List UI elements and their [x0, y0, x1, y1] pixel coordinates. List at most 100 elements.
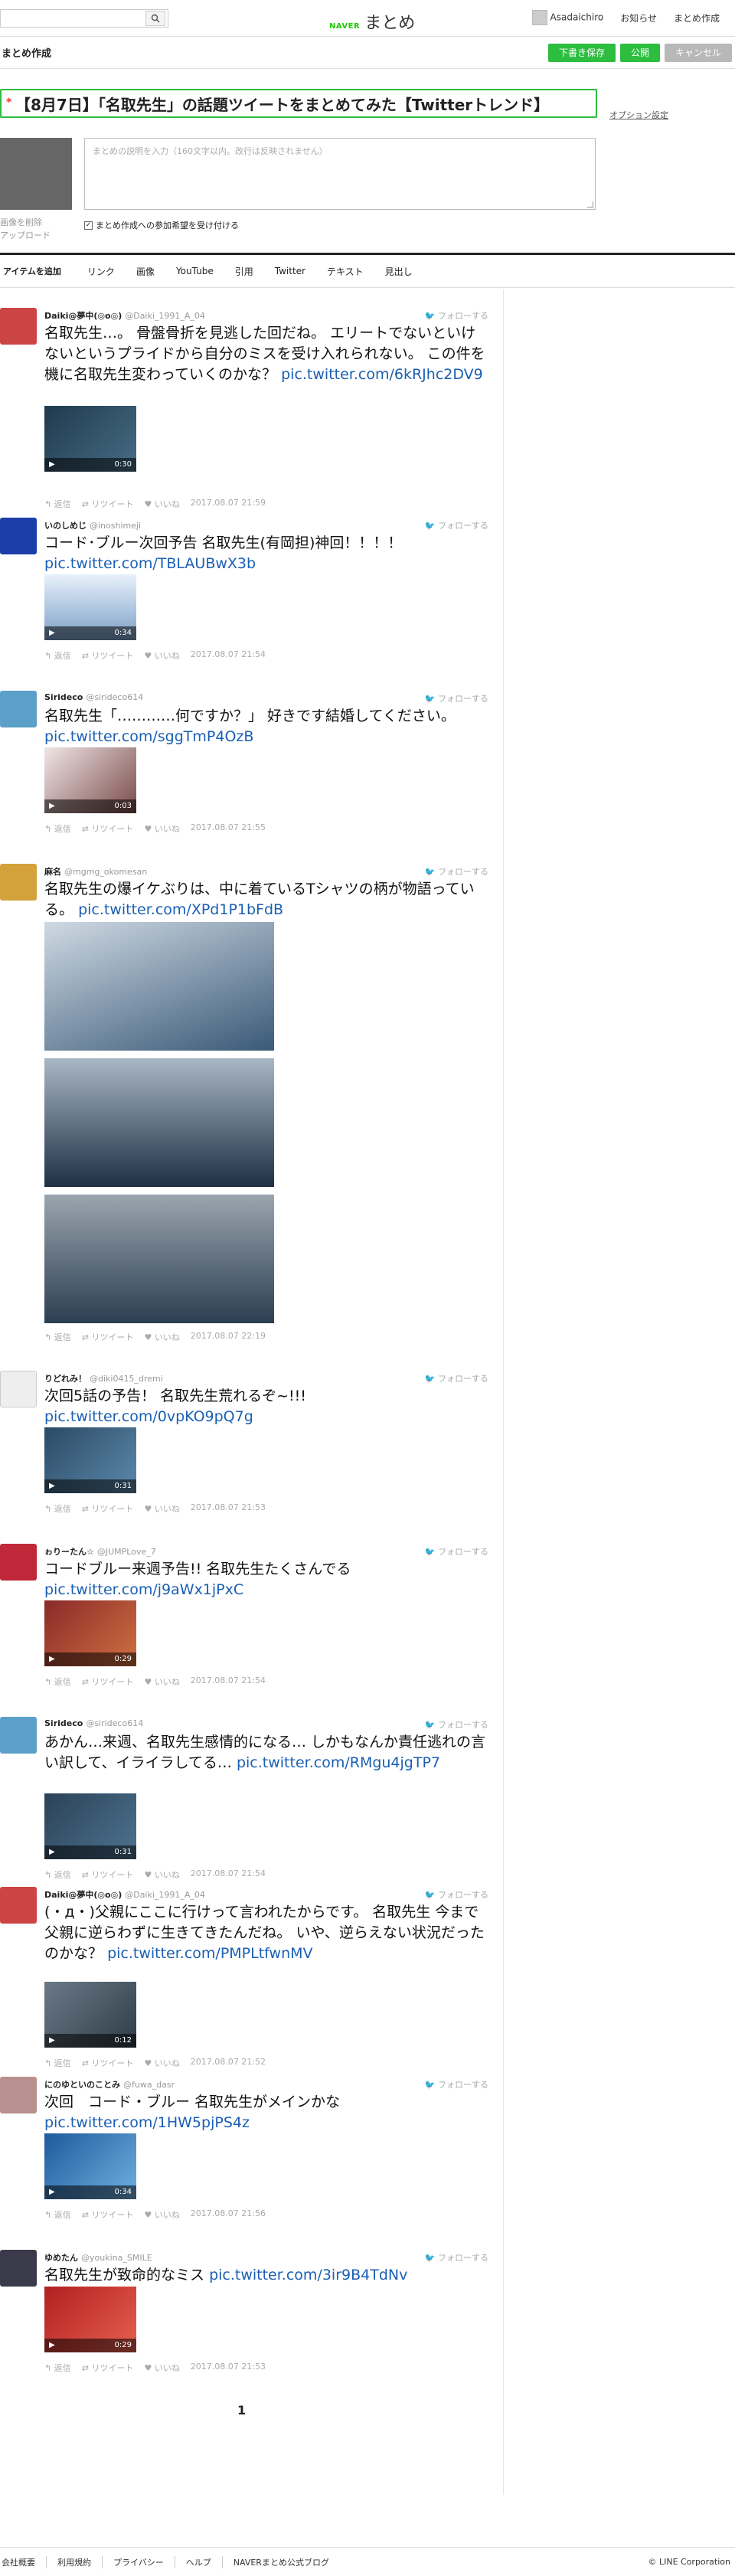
tweet-name[interactable]: Sirideco: [44, 1718, 83, 1728]
tweet-video[interactable]: ▶ 0:31: [44, 1793, 136, 1859]
tweet-time[interactable]: 2017.08.07 21:55: [191, 822, 266, 835]
follow-button[interactable]: 🐦 フォローする: [425, 2078, 488, 2091]
resize-handle[interactable]: [587, 201, 593, 208]
publish-button[interactable]: 公開: [619, 43, 660, 62]
like-button[interactable]: ♥ いいね: [144, 2362, 179, 2374]
tweet-avatar[interactable]: [0, 2077, 37, 2113]
follow-button[interactable]: 🐦 フォローする: [425, 1372, 488, 1384]
like-button[interactable]: ♥ いいね: [144, 649, 179, 662]
tweet-video[interactable]: ▶ 0:34: [44, 2133, 136, 2199]
reply-button[interactable]: ↰ 返信: [44, 1331, 71, 1343]
like-button[interactable]: ♥ いいね: [144, 1675, 179, 1688]
tweet-avatar[interactable]: [0, 691, 37, 727]
like-button[interactable]: ♥ いいね: [144, 2057, 179, 2069]
retweet-button[interactable]: ⇄ リツイート: [82, 2057, 134, 2069]
tweet-photo[interactable]: [44, 1195, 274, 1323]
tweet-name[interactable]: Daiki@夢中(◎o◎): [44, 1890, 122, 1900]
tweet-link[interactable]: pic.twitter.com/1HW5pjPS4z: [44, 2114, 250, 2131]
follow-button[interactable]: 🐦 フォローする: [425, 1718, 488, 1731]
option-settings-link[interactable]: オプション設定: [609, 109, 668, 121]
add-text-button[interactable]: テキスト: [316, 265, 374, 278]
tweet-time[interactable]: 2017.08.07 21:53: [191, 2362, 266, 2374]
play-icon[interactable]: ▶: [49, 2341, 55, 2349]
tweet-time[interactable]: 2017.08.07 21:54: [191, 1675, 266, 1688]
footer-link-privacy[interactable]: プライバシー: [103, 2555, 175, 2568]
follow-button[interactable]: 🐦 フォローする: [425, 2251, 488, 2264]
like-button[interactable]: ♥ いいね: [144, 822, 179, 835]
tweet-link[interactable]: pic.twitter.com/PMPLtfwnMV: [107, 1945, 312, 1962]
like-button[interactable]: ♥ いいね: [144, 1868, 179, 1881]
play-icon[interactable]: ▶: [49, 2036, 55, 2045]
retweet-button[interactable]: ⇄ リツイート: [82, 1331, 134, 1343]
reply-button[interactable]: ↰ 返信: [44, 649, 71, 662]
tweet-link[interactable]: pic.twitter.com/6kRJhc2DV9: [281, 366, 483, 383]
image-delete-link[interactable]: 画像を削除: [0, 216, 51, 229]
tweet-link[interactable]: pic.twitter.com/sggTmP4OzB: [44, 728, 253, 745]
retweet-button[interactable]: ⇄ リツイート: [82, 1502, 134, 1515]
tweet-screen-name[interactable]: @mgmg_okomesan: [64, 867, 147, 877]
search-input[interactable]: [0, 9, 168, 28]
retweet-button[interactable]: ⇄ リツイート: [82, 2208, 134, 2221]
footer-link-terms[interactable]: 利用規約: [47, 2555, 103, 2568]
user-menu[interactable]: Asadaichiro: [531, 10, 603, 25]
reply-button[interactable]: ↰ 返信: [44, 1675, 71, 1688]
reply-button[interactable]: ↰ 返信: [44, 498, 71, 510]
like-button[interactable]: ♥ いいね: [144, 1331, 179, 1343]
cancel-button[interactable]: キャンセル: [664, 43, 732, 62]
tweet-screen-name[interactable]: @sirideco614: [86, 692, 143, 702]
retweet-button[interactable]: ⇄ リツイート: [82, 1868, 134, 1881]
footer-link-company[interactable]: 会社概要: [2, 2555, 47, 2568]
tweet-link[interactable]: pic.twitter.com/RMgu4jgTP7: [237, 1754, 440, 1771]
follow-button[interactable]: 🐦 フォローする: [425, 519, 488, 531]
tweet-time[interactable]: 2017.08.07 21:56: [191, 2208, 266, 2221]
participate-checkbox[interactable]: ✓: [84, 221, 93, 230]
naver-matome-logo[interactable]: NAVER まとめ: [329, 9, 415, 34]
pagination-current[interactable]: 1: [237, 2403, 246, 2417]
tweet-video[interactable]: ▶ 0:12: [44, 1982, 136, 2048]
tweet-name[interactable]: Daiki@夢中(◎o◎): [44, 311, 122, 321]
play-icon[interactable]: ▶: [49, 2188, 55, 2196]
reply-button[interactable]: ↰ 返信: [44, 1868, 71, 1881]
tweet-link[interactable]: pic.twitter.com/0vpKO9pQ7g: [44, 1408, 253, 1425]
tweet-screen-name[interactable]: @JUMPLove_7: [97, 1547, 156, 1557]
add-quote-button[interactable]: 引用: [224, 265, 264, 278]
reply-button[interactable]: ↰ 返信: [44, 2057, 71, 2069]
tweet-link[interactable]: pic.twitter.com/3ir9B4TdNv: [209, 2267, 407, 2283]
tweet-time[interactable]: 2017.08.07 21:54: [191, 649, 266, 662]
tweet-avatar[interactable]: [0, 518, 37, 554]
tweet-name[interactable]: ゆめたん: [44, 2253, 78, 2263]
follow-button[interactable]: 🐦 フォローする: [425, 1888, 488, 1901]
follow-button[interactable]: 🐦 フォローする: [425, 1545, 488, 1558]
image-upload-link[interactable]: アップロード: [0, 229, 51, 242]
tweet-screen-name[interactable]: @Daiki_1991_A_04: [125, 311, 205, 321]
add-youtube-button[interactable]: YouTube: [165, 266, 224, 276]
tweet-screen-name[interactable]: @youkina_SMILE: [81, 2253, 152, 2263]
like-button[interactable]: ♥ いいね: [144, 1502, 179, 1515]
play-icon[interactable]: ▶: [49, 1655, 55, 1663]
tweet-video[interactable]: ▶ 0:31: [44, 1427, 136, 1493]
tweet-name[interactable]: りどれみ！: [44, 1374, 87, 1384]
tweet-link[interactable]: pic.twitter.com/XPd1P1bFdB: [78, 901, 283, 918]
reply-button[interactable]: ↰ 返信: [44, 2208, 71, 2221]
like-button[interactable]: ♥ いいね: [144, 2208, 179, 2221]
tweet-photo[interactable]: [44, 922, 274, 1051]
follow-button[interactable]: 🐦 フォローする: [425, 692, 488, 704]
tweet-name[interactable]: 麻名: [44, 867, 61, 877]
tweet-video[interactable]: ▶ 0:03: [44, 747, 136, 813]
play-icon[interactable]: ▶: [49, 460, 55, 469]
tweet-time[interactable]: 2017.08.07 21:59: [191, 498, 266, 510]
tweet-time[interactable]: 2017.08.07 21:53: [191, 1502, 266, 1515]
title-input[interactable]: * 【8月7日】「名取先生」の話題ツイートをまとめてみた【Twitterトレンド…: [0, 89, 597, 118]
tweet-name[interactable]: ゎりーたん☆: [44, 1547, 94, 1557]
play-icon[interactable]: ▶: [49, 1848, 55, 1856]
add-twitter-button[interactable]: Twitter: [264, 266, 316, 276]
tweet-screen-name[interactable]: @sirideco614: [86, 1718, 143, 1728]
retweet-button[interactable]: ⇄ リツイート: [82, 649, 134, 662]
add-link-button[interactable]: リンク: [77, 265, 126, 278]
retweet-button[interactable]: ⇄ リツイート: [82, 498, 134, 510]
tweet-time[interactable]: 2017.08.07 21:54: [191, 1868, 266, 1881]
retweet-button[interactable]: ⇄ リツイート: [82, 2362, 134, 2374]
tweet-link[interactable]: pic.twitter.com/j9aWx1jPxC: [44, 1581, 243, 1598]
notifications-link[interactable]: お知らせ: [620, 11, 657, 25]
tweet-time[interactable]: 2017.08.07 22:19: [191, 1331, 266, 1343]
